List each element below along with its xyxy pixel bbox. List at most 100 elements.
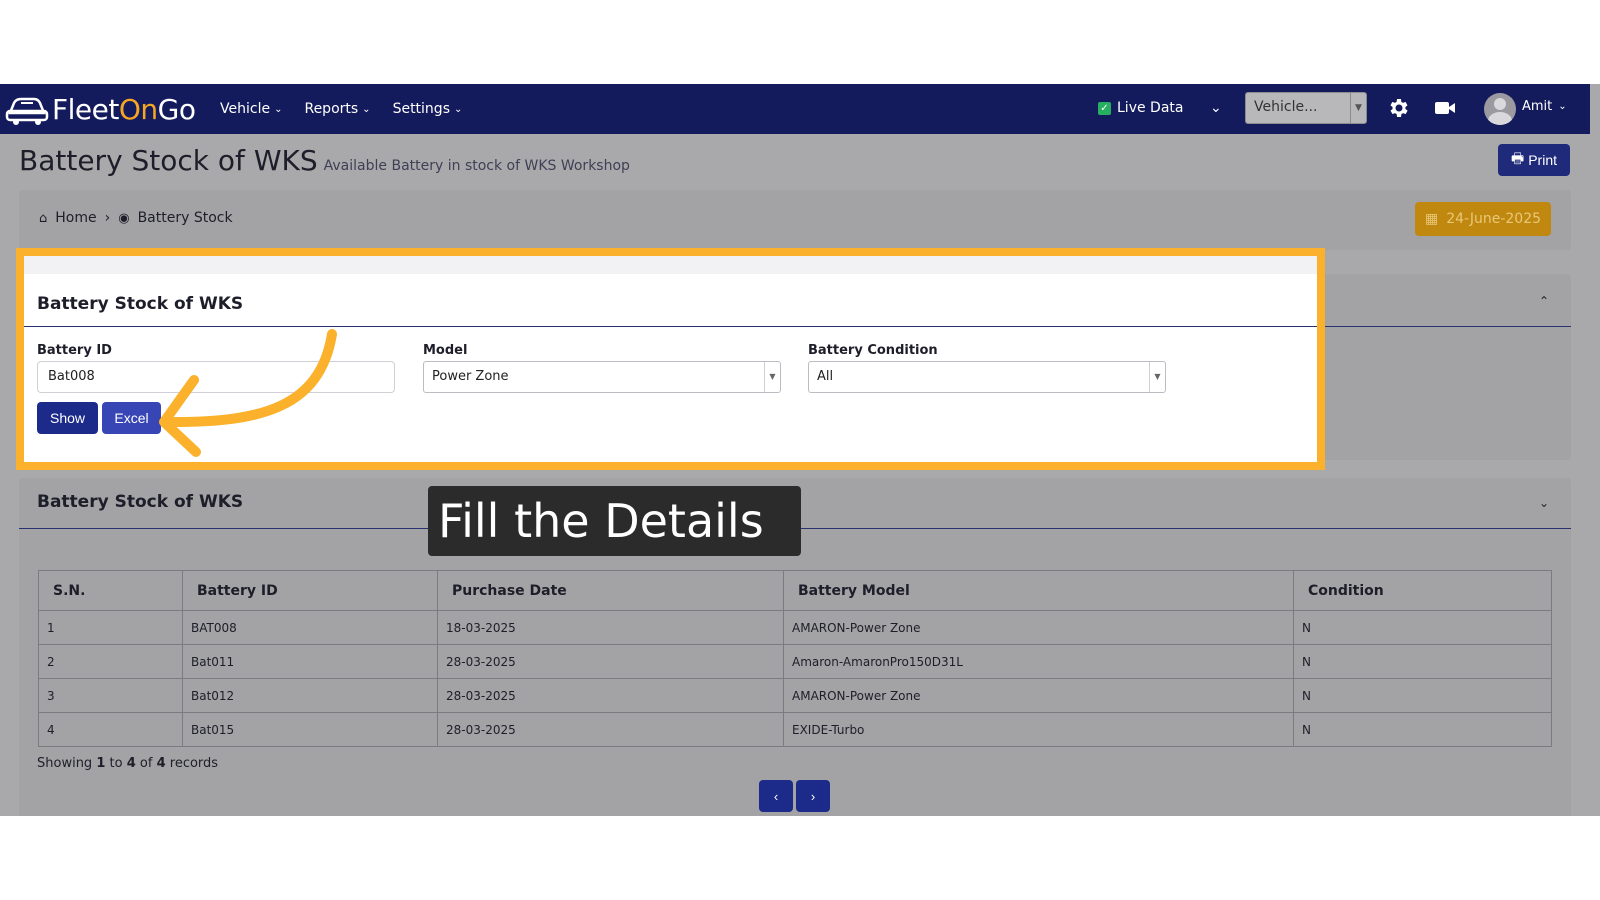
showing-suffix: records (169, 756, 219, 771)
breadcrumb-separator: › (104, 210, 111, 226)
table-row: 3 Bat012 28-03-2025 AMARON-Power Zone N (38, 678, 1552, 713)
calendar-icon: ▦ (1424, 211, 1439, 227)
show-button[interactable]: Show (37, 402, 98, 434)
table-header-row: S.N. Battery ID Purchase Date Battery Mo… (38, 570, 1552, 611)
breadcrumb-bar: ⌂ Home › ◉ Battery Stock ▦ 24-June-2025 (19, 190, 1571, 250)
cell-sn: 3 (38, 678, 183, 713)
results-card-title: Battery Stock of WKS (37, 492, 244, 512)
chevron-down-icon[interactable]: ⌄ (1210, 100, 1222, 116)
table-row: 1 BAT008 18-03-2025 AMARON-Power Zone N (38, 610, 1552, 645)
filter-card-title: Battery Stock of WKS (37, 294, 244, 314)
filter-card-divider (24, 326, 1317, 327)
top-navbar: FleetOnGo Vehicle ⌄ Reports ⌄ Settings ⌄ ✓ … (0, 84, 1590, 134)
collapse-icon[interactable]: ⌃ (1539, 294, 1549, 308)
nav-reports-label: Reports (304, 101, 359, 117)
home-icon: ⌂ (39, 210, 48, 226)
next-page-button[interactable]: › (796, 780, 830, 812)
column-header[interactable]: Battery Model (783, 570, 1294, 611)
check-icon[interactable]: ✓ (1098, 101, 1111, 115)
showing-to: 4 (126, 756, 136, 771)
showing-prefix: Showing (37, 756, 93, 771)
dashboard-icon: ◉ (118, 210, 130, 226)
prev-page-button[interactable]: ‹ (759, 780, 793, 812)
showing-total: 4 (156, 756, 166, 771)
cell-battery-id: Bat015 (182, 712, 438, 747)
showing-to-word: to (109, 756, 123, 771)
show-label: Show (49, 410, 86, 426)
chevron-left-icon: ‹ (773, 788, 779, 804)
chevron-down-icon: ⌄ (274, 103, 283, 115)
nav-vehicle[interactable]: Vehicle ⌄ (220, 101, 282, 117)
tooltip-text: Fill the Details (438, 494, 764, 548)
cell-condition: N (1293, 644, 1552, 679)
expand-icon[interactable]: ⌄ (1539, 496, 1549, 510)
card-top-strip (24, 256, 1317, 274)
nav-vehicle-label: Vehicle (220, 101, 271, 117)
cell-battery-model: EXIDE-Turbo (783, 712, 1294, 747)
page-subtitle: Available Battery in stock of WKS Worksh… (323, 158, 630, 174)
cell-purchase-date: 18-03-2025 (437, 610, 784, 645)
avatar-body (1488, 112, 1512, 125)
breadcrumb-current: Battery Stock (137, 210, 233, 226)
avatar[interactable] (1484, 93, 1516, 125)
avatar-head (1494, 98, 1506, 110)
cell-battery-model: AMARON-Power Zone (783, 610, 1294, 645)
battery-id-label: Battery ID (37, 343, 112, 358)
column-header[interactable]: Battery ID (182, 570, 438, 611)
cell-battery-model: AMARON-Power Zone (783, 678, 1294, 713)
excel-label: Excel (114, 410, 149, 426)
cell-battery-id: BAT008 (182, 610, 438, 645)
nav-reports[interactable]: Reports ⌄ (304, 101, 370, 117)
page-title: Battery Stock of WKS Available Battery i… (19, 144, 630, 177)
breadcrumb-home[interactable]: Home (55, 210, 96, 226)
print-label: Print (1528, 152, 1557, 168)
cell-sn: 2 (38, 644, 183, 679)
battery-stock-table: S.N. Battery ID Purchase Date Battery Mo… (38, 570, 1552, 747)
brand-on: On (118, 92, 158, 126)
chevron-right-icon: › (810, 788, 816, 804)
app-screenshot: FleetOnGo Vehicle ⌄ Reports ⌄ Settings ⌄ ✓ … (0, 84, 1600, 816)
live-data-toggle[interactable]: ✓ Live Data (1098, 100, 1183, 116)
showing-from: 1 (96, 756, 106, 771)
tutorial-tooltip: Fill the Details (428, 486, 801, 556)
video-camera-icon[interactable] (1434, 98, 1456, 118)
brand-name: FleetOnGo (52, 92, 196, 126)
model-select[interactable]: Power Zone ▼ (423, 361, 781, 393)
cell-battery-model: Amaron-AmaronPro150D31L (783, 644, 1294, 679)
chevron-down-icon: ⌄ (453, 103, 463, 115)
user-menu[interactable]: Amit ⌄ (1522, 99, 1567, 114)
model-label: Model (423, 343, 468, 358)
cell-purchase-date: 28-03-2025 (437, 678, 784, 713)
cell-sn: 1 (38, 610, 183, 645)
cell-battery-id: Bat012 (182, 678, 438, 713)
cell-purchase-date: 28-03-2025 (437, 644, 784, 679)
cell-purchase-date: 28-03-2025 (437, 712, 784, 747)
cell-battery-id: Bat011 (182, 644, 438, 679)
condition-label: Battery Condition (808, 343, 938, 358)
chevron-down-icon: ⌄ (1558, 101, 1567, 112)
dropdown-arrow-icon: ▼ (764, 362, 780, 392)
gear-icon[interactable] (1386, 96, 1410, 120)
brand-logo[interactable]: FleetOnGo (4, 89, 196, 129)
main-menu: Vehicle ⌄ Reports ⌄ Settings ⌄ (220, 84, 462, 134)
battery-id-value: Bat008 (48, 369, 95, 384)
column-header[interactable]: Purchase Date (437, 570, 784, 611)
live-data-label: Live Data (1117, 100, 1184, 116)
cell-condition: N (1293, 610, 1552, 645)
column-header[interactable]: S.N. (38, 570, 183, 611)
print-button[interactable]: 🖶 Print (1498, 144, 1570, 176)
nav-settings-label: Settings (392, 101, 450, 117)
chevron-down-icon: ⌄ (362, 103, 371, 115)
condition-select[interactable]: All ▼ (808, 361, 1166, 393)
vehicle-select[interactable]: Vehicle... ▼ (1245, 92, 1367, 124)
condition-value: All (817, 369, 834, 384)
showing-of-word: of (139, 756, 153, 771)
annotation-arrow-icon (159, 329, 337, 457)
date-label: 24-June-2025 (1446, 211, 1542, 227)
date-button[interactable]: ▦ 24-June-2025 (1415, 202, 1551, 236)
column-header[interactable]: Condition (1293, 570, 1552, 611)
brand-go: Go (157, 92, 196, 126)
table-row: 2 Bat011 28-03-2025 Amaron-AmaronPro150D… (38, 644, 1552, 679)
table-row: 4 Bat015 28-03-2025 EXIDE-Turbo N (38, 712, 1552, 747)
nav-settings[interactable]: Settings ⌄ (393, 101, 463, 117)
